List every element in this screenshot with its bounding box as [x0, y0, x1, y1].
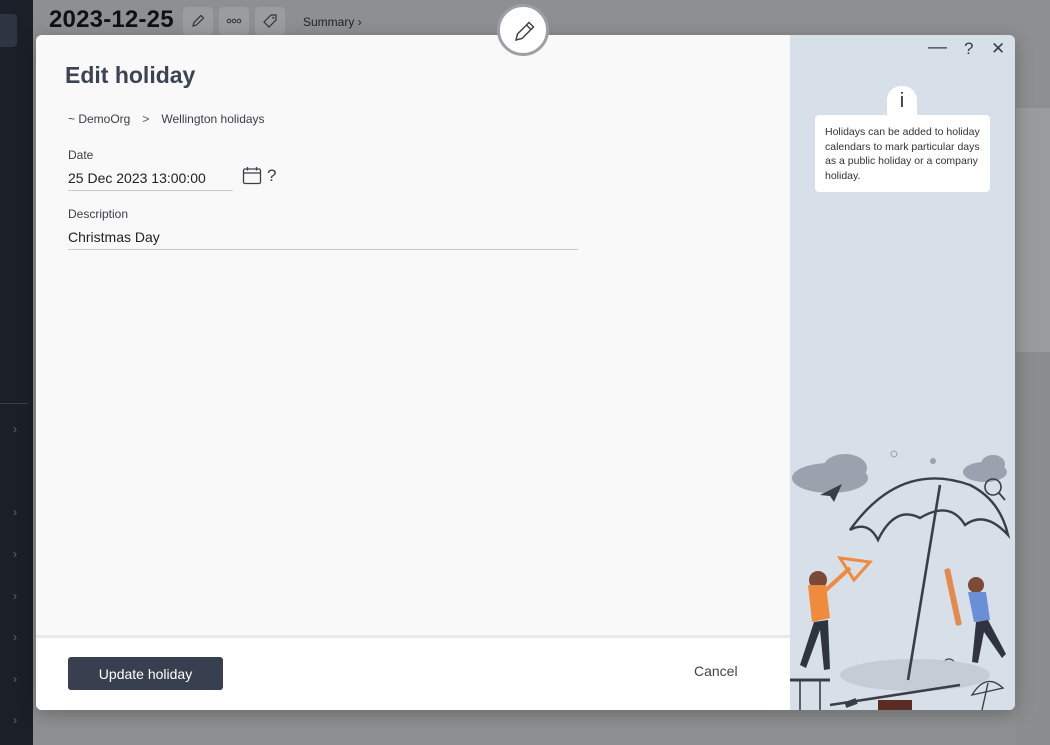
pencil-icon — [514, 21, 535, 42]
more-icon — [226, 18, 242, 24]
chevron-right-icon[interactable]: › — [9, 713, 21, 727]
date-help-icon[interactable]: ? — [267, 166, 276, 186]
tag-icon — [263, 14, 277, 28]
left-sidebar: › › › › › › › — [0, 0, 33, 745]
background-panel — [1016, 352, 1050, 745]
chevron-right-icon[interactable]: › — [9, 589, 21, 603]
breadcrumb-org[interactable]: ~ DemoOrg — [68, 112, 130, 126]
modal-form-area: Edit holiday ~ DemoOrg > Wellington holi… — [36, 35, 790, 635]
edit-holiday-modal: Edit holiday ~ DemoOrg > Wellington holi… — [36, 35, 1015, 710]
edit-button[interactable] — [183, 7, 213, 35]
chevron-right-icon[interactable]: › — [9, 547, 21, 561]
help-button[interactable]: ? — [964, 39, 973, 59]
modal-help-panel: — ? ✕ i Holidays can be added to holiday… — [790, 35, 1015, 710]
date-label: Date — [68, 148, 94, 162]
chevron-right-icon[interactable]: › — [9, 505, 21, 519]
breadcrumb-separator: > — [142, 112, 150, 126]
calendar-icon[interactable] — [242, 166, 262, 185]
description-label: Description — [68, 207, 129, 221]
description-field-underline — [68, 249, 578, 250]
pencil-icon — [192, 14, 205, 27]
description-field[interactable]: Christmas Day — [68, 229, 160, 245]
date-field-underline — [68, 190, 233, 191]
summary-link[interactable]: Summary › — [303, 15, 362, 29]
sidebar-divider — [0, 403, 28, 404]
umbrella-illustration — [790, 450, 1011, 710]
close-button[interactable]: ✕ — [991, 39, 1005, 59]
chevron-right-icon[interactable]: › — [9, 672, 21, 686]
tag-button[interactable] — [255, 7, 285, 35]
page-title: 2023-12-25 — [49, 6, 174, 33]
minimize-button[interactable]: — — [928, 37, 947, 59]
sidebar-selected-item[interactable] — [0, 14, 17, 47]
more-button[interactable] — [219, 7, 249, 35]
info-text: Holidays can be added to holiday calenda… — [815, 115, 990, 192]
edit-mode-badge — [497, 4, 549, 56]
update-holiday-button[interactable]: Update holiday — [68, 657, 223, 690]
cancel-button[interactable]: Cancel — [694, 663, 738, 679]
chevron-right-icon[interactable]: › — [9, 630, 21, 644]
breadcrumb-calendar[interactable]: Wellington holidays — [161, 112, 264, 126]
modal-title: Edit holiday — [65, 62, 196, 88]
date-field[interactable]: 25 Dec 2023 13:00:00 — [68, 170, 206, 186]
breadcrumb: ~ DemoOrg > Wellington holidays — [68, 112, 265, 126]
chevron-right-icon[interactable]: › — [9, 422, 21, 436]
background-panel — [1016, 108, 1050, 352]
